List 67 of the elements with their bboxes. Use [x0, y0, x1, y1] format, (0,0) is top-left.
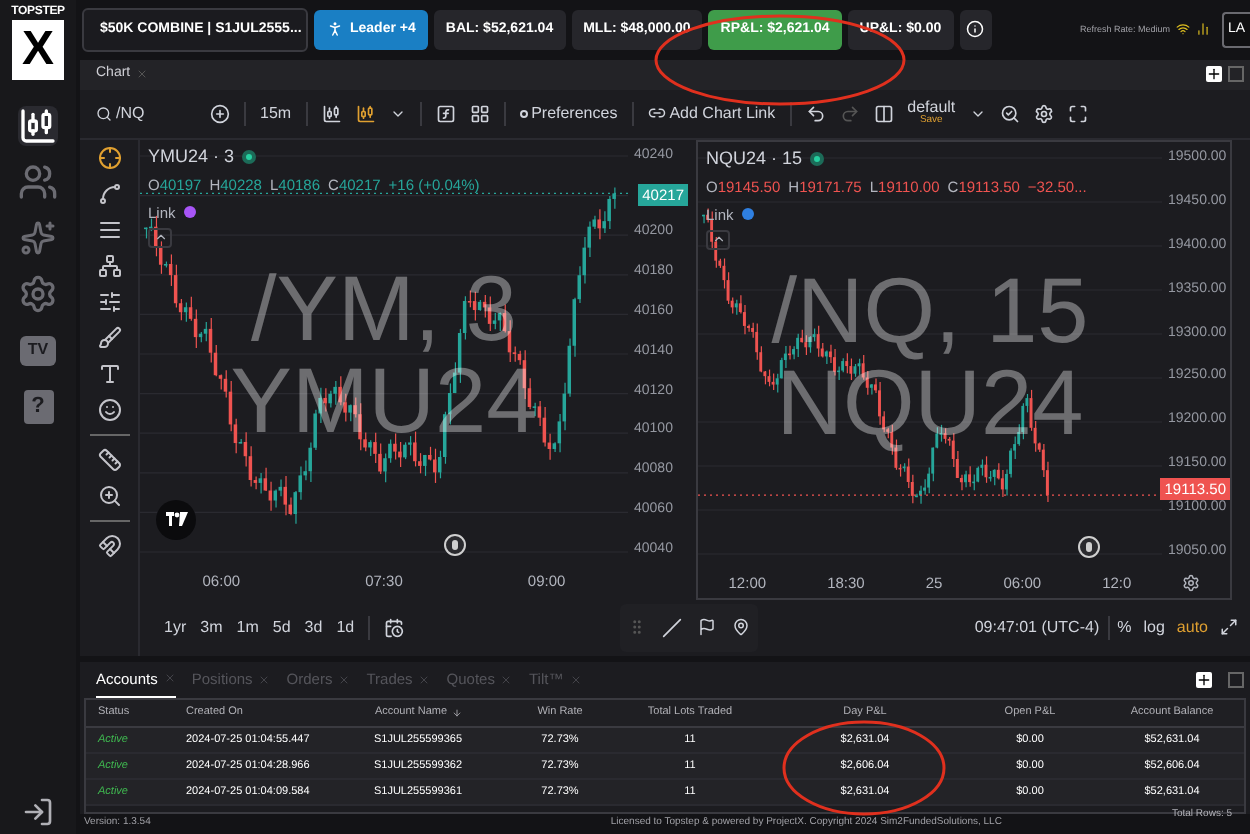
grip-icon[interactable]: [628, 618, 647, 637]
expand-icon[interactable]: [1220, 618, 1238, 637]
percent-button[interactable]: %: [1117, 615, 1132, 640]
symbol-search[interactable]: /NQ: [96, 101, 196, 126]
magnet-icon[interactable]: [97, 533, 121, 558]
bars-icon[interactable]: [321, 103, 342, 124]
candles-icon[interactable]: [355, 103, 376, 124]
settings-icon[interactable]: [1182, 574, 1200, 593]
range-button[interactable]: 1m: [236, 615, 259, 640]
sliders-icon[interactable]: [97, 289, 121, 314]
interval-button[interactable]: 15m: [260, 101, 292, 126]
flag-icon[interactable]: [698, 618, 717, 637]
ruler-icon[interactable]: [97, 447, 121, 472]
collapse-button[interactable]: [706, 229, 730, 250]
zoom-in-icon[interactable]: [97, 483, 121, 508]
text-icon[interactable]: [97, 361, 121, 386]
calendar-icon[interactable]: [384, 617, 405, 638]
status-dot-icon: [810, 152, 825, 166]
info-button[interactable]: [959, 9, 992, 50]
sort-arrow-icon: [451, 707, 462, 718]
person-icon: [326, 20, 344, 39]
undo-icon[interactable]: [805, 103, 826, 124]
pin-icon[interactable]: [732, 618, 751, 637]
status-dot-icon: [242, 150, 257, 164]
wifi-icon: [1176, 22, 1190, 37]
layout-icon[interactable]: [873, 103, 894, 124]
add-panel-icon[interactable]: [1206, 66, 1222, 83]
users-icon[interactable]: [18, 162, 58, 202]
collapse-button[interactable]: [148, 227, 172, 248]
info-icon: [966, 20, 985, 39]
crosshair-icon[interactable]: [97, 145, 121, 170]
chevron-up-icon: [711, 232, 725, 247]
sparkle-chart-icon[interactable]: [20, 220, 56, 256]
line-tool-icon[interactable]: [97, 181, 121, 206]
add-chart-link-button[interactable]: Add Chart Link: [647, 101, 776, 126]
line-tool-icon[interactable]: [662, 617, 683, 638]
indicators-icon[interactable]: [435, 103, 456, 124]
candlestick-icon[interactable]: [18, 106, 58, 146]
smile-icon[interactable]: [97, 397, 121, 422]
chart-watermark: /NQ, 15: [771, 263, 1089, 356]
add-panel-icon[interactable]: [1196, 671, 1212, 688]
add-symbol-icon[interactable]: [210, 103, 230, 124]
templates-icon[interactable]: [469, 103, 490, 124]
logo-letter: X: [12, 20, 64, 80]
logout-icon[interactable]: [22, 796, 54, 828]
log-button[interactable]: log: [1143, 615, 1165, 640]
chart-symbol: NQU24 · 15: [706, 145, 803, 172]
tradingview-logo-icon: [156, 499, 196, 540]
search-icon: [96, 105, 112, 122]
signal-bars-icon: [1196, 22, 1210, 37]
fullscreen-icon[interactable]: [1067, 103, 1088, 124]
preferences-button[interactable]: Preferences: [519, 101, 618, 126]
lines-icon[interactable]: [97, 217, 121, 242]
chevron-up-icon: [153, 230, 167, 245]
clock-label: 09:47:01 (UTC-4): [974, 615, 1100, 640]
range-button[interactable]: 1yr: [164, 615, 187, 640]
range-button[interactable]: 1d: [336, 615, 355, 640]
quick-search-icon[interactable]: [999, 103, 1020, 124]
auto-button[interactable]: auto: [1176, 615, 1208, 640]
range-button[interactable]: 5d: [272, 615, 291, 640]
range-button[interactable]: 3m: [200, 615, 223, 640]
link-icon: [647, 104, 666, 123]
brush-icon[interactable]: [97, 325, 121, 350]
pattern-icon[interactable]: [97, 253, 121, 278]
chart-symbol: YMU24 · 3: [148, 143, 235, 170]
range-button[interactable]: 3d: [304, 615, 323, 640]
maximize-panel-icon[interactable]: [1228, 671, 1244, 688]
